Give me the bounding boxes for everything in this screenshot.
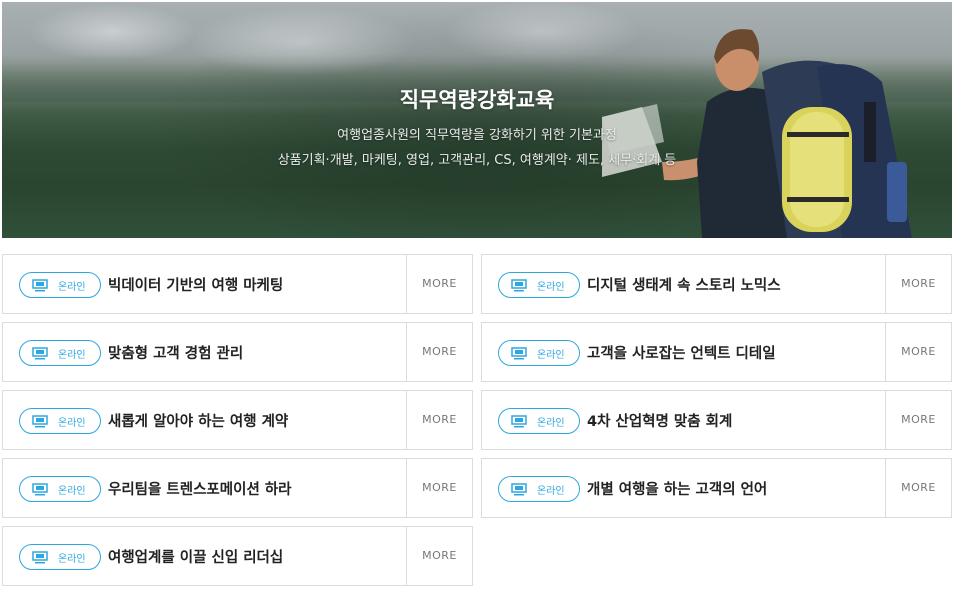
- more-link[interactable]: MORE: [406, 255, 472, 313]
- course-card[interactable]: 온라인 여행업계를 이끌 신입 리더십 MORE: [2, 526, 473, 586]
- online-badge: 온라인: [19, 476, 101, 502]
- badge-label: 온라인: [58, 486, 86, 497]
- online-badge: 온라인: [498, 272, 580, 298]
- online-badge: 온라인: [19, 272, 101, 298]
- more-link[interactable]: MORE: [885, 391, 951, 449]
- badge-label: 온라인: [58, 418, 86, 429]
- monitor-icon: [511, 347, 527, 360]
- more-link[interactable]: MORE: [885, 255, 951, 313]
- course-title[interactable]: 맞춤형 고객 경험 관리: [108, 342, 243, 363]
- course-title[interactable]: 고객을 사로잡는 언텍트 디테일: [587, 342, 776, 363]
- more-link[interactable]: MORE: [406, 527, 472, 585]
- monitor-icon: [32, 415, 48, 428]
- course-title[interactable]: 여행업계를 이끌 신입 리더십: [108, 546, 283, 567]
- badge-label: 온라인: [58, 350, 86, 361]
- monitor-icon: [32, 279, 48, 292]
- course-title[interactable]: 빅데이터 기반의 여행 마케팅: [108, 274, 283, 295]
- course-card[interactable]: 온라인 맞춤형 고객 경험 관리 MORE: [2, 322, 473, 382]
- monitor-icon: [32, 483, 48, 496]
- online-badge: 온라인: [19, 340, 101, 366]
- more-link[interactable]: MORE: [885, 459, 951, 517]
- monitor-icon: [511, 279, 527, 292]
- monitor-icon: [32, 551, 48, 564]
- badge-label: 온라인: [537, 282, 565, 293]
- monitor-icon: [511, 483, 527, 496]
- course-title[interactable]: 새롭게 알아야 하는 여행 계약: [108, 410, 288, 431]
- badge-label: 온라인: [58, 282, 86, 293]
- online-badge: 온라인: [19, 408, 101, 434]
- badge-label: 온라인: [537, 486, 565, 497]
- course-card[interactable]: 온라인 고객을 사로잡는 언텍트 디테일 MORE: [481, 322, 952, 382]
- more-link[interactable]: MORE: [885, 323, 951, 381]
- course-card[interactable]: 온라인 빅데이터 기반의 여행 마케팅 MORE: [2, 254, 473, 314]
- badge-label: 온라인: [537, 350, 565, 361]
- course-card[interactable]: 온라인 디지털 생태계 속 스토리 노믹스 MORE: [481, 254, 952, 314]
- course-card[interactable]: 온라인 우리팀을 트렌스포메이션 하라 MORE: [2, 458, 473, 518]
- online-badge: 온라인: [498, 476, 580, 502]
- course-title[interactable]: 4차 산업혁명 맞춤 회계: [587, 410, 732, 431]
- online-badge: 온라인: [19, 544, 101, 570]
- badge-label: 온라인: [58, 554, 86, 565]
- hero-title: 직무역량강화교육: [399, 88, 555, 112]
- hero-banner: 직무역량강화교육 여행업종사원의 직무역량을 강화하기 위한 기본과정 상품기획…: [2, 2, 952, 238]
- more-link[interactable]: MORE: [406, 323, 472, 381]
- course-title[interactable]: 우리팀을 트렌스포메이션 하라: [108, 478, 292, 499]
- online-badge: 온라인: [498, 340, 580, 366]
- hero-subtitle-line1: 여행업종사원의 직무역량을 강화하기 위한 기본과정: [337, 128, 617, 143]
- course-title[interactable]: 디지털 생태계 속 스토리 노믹스: [587, 274, 781, 295]
- more-link[interactable]: MORE: [406, 391, 472, 449]
- badge-label: 온라인: [537, 418, 565, 429]
- hero-subtitle-line2: 상품기획·개발, 마케팅, 영업, 고객관리, CS, 여행계약· 제도, 세무…: [277, 153, 677, 168]
- monitor-icon: [511, 415, 527, 428]
- course-card[interactable]: 온라인 개별 여행을 하는 고객의 언어 MORE: [481, 458, 952, 518]
- course-card[interactable]: 온라인 새롭게 알아야 하는 여행 계약 MORE: [2, 390, 473, 450]
- online-badge: 온라인: [498, 408, 580, 434]
- more-link[interactable]: MORE: [406, 459, 472, 517]
- course-title[interactable]: 개별 여행을 하는 고객의 언어: [587, 478, 767, 499]
- monitor-icon: [32, 347, 48, 360]
- course-card[interactable]: 온라인 4차 산업혁명 맞춤 회계 MORE: [481, 390, 952, 450]
